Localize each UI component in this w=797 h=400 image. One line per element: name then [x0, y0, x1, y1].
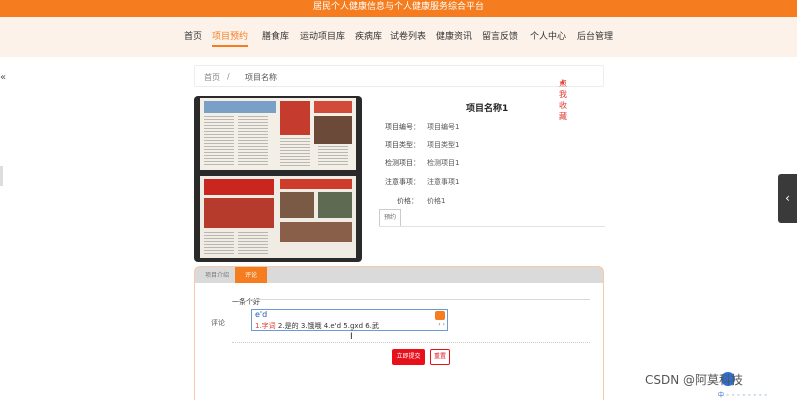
nav-home[interactable]: 首页	[184, 31, 202, 43]
detail-tabs: 项目介绍 评论	[194, 266, 604, 284]
nav-exercise-library[interactable]: 运动项目库	[300, 31, 345, 43]
test-items-value: 检测项目1	[427, 159, 460, 167]
nav-health-news[interactable]: 健康资讯	[436, 31, 472, 43]
ime-page-arrows[interactable]: ‹ ›	[438, 321, 445, 328]
side-panel-toggle[interactable]: ‹	[778, 174, 797, 223]
submit-button[interactable]: 立即提交	[392, 349, 425, 365]
test-items-label: 检测项目：	[385, 159, 420, 167]
site-title: 居民个人健康信息与个人健康服务综合平台	[312, 2, 484, 12]
breadcrumb-current: 项目名称	[245, 73, 277, 82]
ime-candidate-first[interactable]: 1.字词	[255, 322, 276, 330]
reset-button[interactable]: 重置	[430, 349, 450, 365]
editor-bottom-border	[232, 342, 590, 343]
nav-feedback[interactable]: 留言反馈	[482, 31, 518, 43]
book-button[interactable]: 预约	[379, 209, 401, 227]
nav-disease-library[interactable]: 疾病库	[355, 31, 382, 43]
favorite-label: 点我收藏	[559, 79, 567, 121]
ime-candidate-rest[interactable]: 2.是的 3.饿哦 4.e'd 5.gxd 6.武	[276, 322, 379, 330]
newspaper-image-bottom	[200, 176, 356, 258]
nav-personal-center[interactable]: 个人中心	[530, 31, 566, 43]
comment-label: 评论	[211, 319, 225, 327]
nav-project-booking[interactable]: 项目预约	[212, 31, 249, 47]
notes-label: 注意事项：	[385, 178, 420, 186]
breadcrumb-separator: /	[227, 72, 230, 81]
collapse-arrow-icon[interactable]: «	[0, 72, 6, 83]
breadcrumb-home[interactable]: 首页	[204, 72, 220, 83]
main-nav: 首页 项目预约 膳食库 运动项目库 疾病库 试卷列表 健康资讯 留言反馈 个人中…	[0, 17, 797, 57]
price-label: 价格：	[397, 197, 418, 205]
price-value: 价格1	[427, 197, 446, 205]
ime-candidate-window[interactable]: e'd 1.字词 2.是的 3.饿哦 4.e'd 5.gxd 6.武 ‹ ›	[251, 309, 448, 331]
newspaper-image-top	[200, 98, 356, 170]
project-number-label: 项目编号：	[385, 123, 420, 131]
project-type-value: 项目类型1	[427, 141, 460, 149]
page: 居民个人健康信息与个人健康服务综合平台 首页 项目预约 膳食库 运动项目库 疾病…	[0, 0, 797, 400]
ime-composition: e'd	[255, 310, 268, 319]
left-scroll-handle[interactable]	[0, 166, 3, 186]
project-number-value: 项目编号1	[427, 123, 460, 131]
breadcrumb: 首页 / 项目名称 ★ 点我收藏	[194, 65, 604, 121]
project-type-label: 项目类型：	[385, 141, 420, 149]
tab-project-intro[interactable]: 项目介绍	[199, 267, 235, 284]
product-title: 项目名称1	[466, 104, 509, 114]
nav-exam-list[interactable]: 试卷列表	[390, 31, 426, 43]
text-cursor-icon: I	[350, 332, 353, 342]
product-image	[194, 96, 362, 262]
divider	[379, 226, 605, 227]
nav-diet-library[interactable]: 膳食库	[262, 31, 289, 43]
watermark: CSDN @阿莫科技	[645, 373, 744, 387]
notes-value: 注意事项1	[427, 178, 460, 186]
sogou-ime-icon	[435, 311, 445, 320]
site-title-bar: 居民个人健康信息与个人健康服务综合平台	[0, 0, 797, 17]
ime-candidates[interactable]: 1.字词 2.是的 3.饿哦 4.e'd 5.gxd 6.武	[255, 321, 379, 331]
tray-icons: 中 ◦ ◦ ◦ ◦ ◦ ◦ ◦ ◦	[718, 392, 768, 399]
tab-comments[interactable]: 评论	[235, 267, 267, 284]
nav-admin[interactable]: 后台管理	[577, 31, 613, 43]
